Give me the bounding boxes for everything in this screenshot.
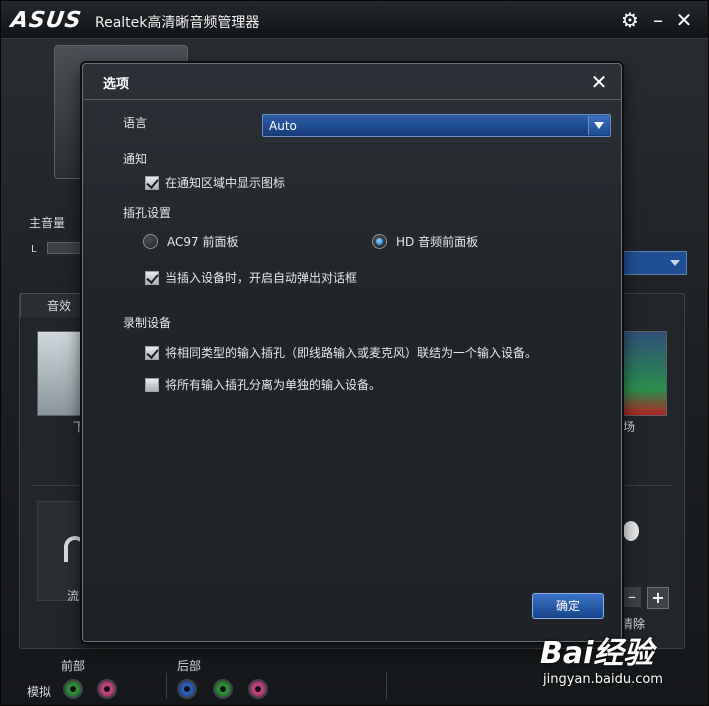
volume-l-label: L xyxy=(31,244,37,255)
recording-devices-label: 录制设备 xyxy=(123,316,172,330)
jack-divider xyxy=(166,673,167,699)
show-icon-label: 在通知区域中显示图标 xyxy=(165,176,286,190)
rear-jack-pink[interactable] xyxy=(248,679,268,699)
rear-jack-green[interactable] xyxy=(213,679,233,699)
radio-circle[interactable] xyxy=(372,234,387,249)
window-title: Realtek高清晰音频管理器 xyxy=(95,15,260,31)
headphone-label: 流 xyxy=(67,589,80,603)
environment-thumbnail[interactable] xyxy=(37,331,85,416)
ac97-radio[interactable]: AC97 前面板 xyxy=(143,233,238,250)
close-icon[interactable]: ✕ xyxy=(589,72,609,92)
tab-sound-effects[interactable]: 音效 xyxy=(20,293,84,317)
checkbox-box[interactable] xyxy=(145,175,159,190)
main-volume-slider[interactable] xyxy=(47,242,83,254)
plus-button[interactable]: + xyxy=(647,587,669,609)
jack-settings-label: 插孔设置 xyxy=(123,206,172,220)
checkbox-box[interactable] xyxy=(145,270,159,285)
asus-logo: ASUS xyxy=(9,8,84,33)
headphone-virtualizer-tile[interactable] xyxy=(37,501,86,601)
front-label: 前部 xyxy=(61,659,86,673)
default-device-dropdown[interactable] xyxy=(621,251,687,275)
rear-label: 后部 xyxy=(177,659,202,673)
auto-popup-label: 当插入设备时，开启自动弹出对话框 xyxy=(165,271,358,285)
separate-inputs-label: 将所有输入插孔分离为单独的输入设备。 xyxy=(165,378,382,392)
analog-label: 模拟 xyxy=(27,685,52,699)
tie-inputs-label: 将相同类型的输入插孔（即线路输入或麦克风）联结为一个输入设备。 xyxy=(165,346,538,360)
checkbox-box[interactable] xyxy=(145,345,159,360)
minimize-icon[interactable]: – xyxy=(647,9,669,31)
baidu-watermark: Bai经验 jingyan.baidu.com xyxy=(540,628,663,687)
hd-audio-radio[interactable]: HD 音频前面板 xyxy=(372,233,478,250)
equalizer-label: 场 xyxy=(623,420,636,434)
jack-divider-2 xyxy=(386,673,387,699)
radio-circle[interactable] xyxy=(143,234,158,249)
watermark-url: jingyan.baidu.com xyxy=(543,672,663,687)
ok-button[interactable]: 确定 xyxy=(532,593,604,619)
separate-inputs-checkbox[interactable]: 将所有输入插孔分离为单独的输入设备。 xyxy=(145,376,381,393)
karaoke-knob[interactable] xyxy=(623,521,639,541)
dropdown-arrow-icon[interactable] xyxy=(588,116,609,135)
close-icon[interactable]: ✕ xyxy=(673,9,695,31)
language-select-value: Auto xyxy=(269,119,297,133)
auto-popup-checkbox[interactable]: 当插入设备时，开启自动弹出对话框 xyxy=(145,269,357,286)
tie-inputs-checkbox[interactable]: 将相同类型的输入插孔（即线路输入或麦克风）联结为一个输入设备。 xyxy=(145,344,537,361)
language-select[interactable]: Auto xyxy=(262,114,611,137)
hd-audio-label: HD 音频前面板 xyxy=(396,235,479,249)
title-bar: ASUS Realtek高清晰音频管理器 ⚙ – ✕ xyxy=(1,1,708,39)
dropdown-arrow-icon xyxy=(670,260,680,266)
dialog-title-separator xyxy=(84,99,621,100)
main-volume-label: 主音量 xyxy=(29,216,66,230)
language-label: 语言 xyxy=(123,116,148,130)
ac97-label: AC97 前面板 xyxy=(167,235,239,249)
watermark-brand: Bai经验 xyxy=(540,636,654,671)
rear-jack-blue[interactable] xyxy=(177,679,197,699)
notification-label: 通知 xyxy=(123,152,148,166)
equalizer-thumbnail[interactable] xyxy=(623,331,667,416)
minus-button[interactable]: – xyxy=(623,587,641,607)
checkbox-box[interactable] xyxy=(145,377,159,392)
dialog-title: 选项 xyxy=(103,77,130,92)
tab-sound-effects-label: 音效 xyxy=(47,299,72,313)
options-dialog: 选项 ✕ 语言 Auto 通知 在通知区域中显示图标 插孔设置 AC97 前面板… xyxy=(82,63,622,642)
front-jack-pink[interactable] xyxy=(97,679,117,699)
front-jack-green[interactable] xyxy=(63,679,83,699)
gear-icon[interactable]: ⚙ xyxy=(619,9,641,31)
show-icon-checkbox[interactable]: 在通知区域中显示图标 xyxy=(145,174,285,191)
